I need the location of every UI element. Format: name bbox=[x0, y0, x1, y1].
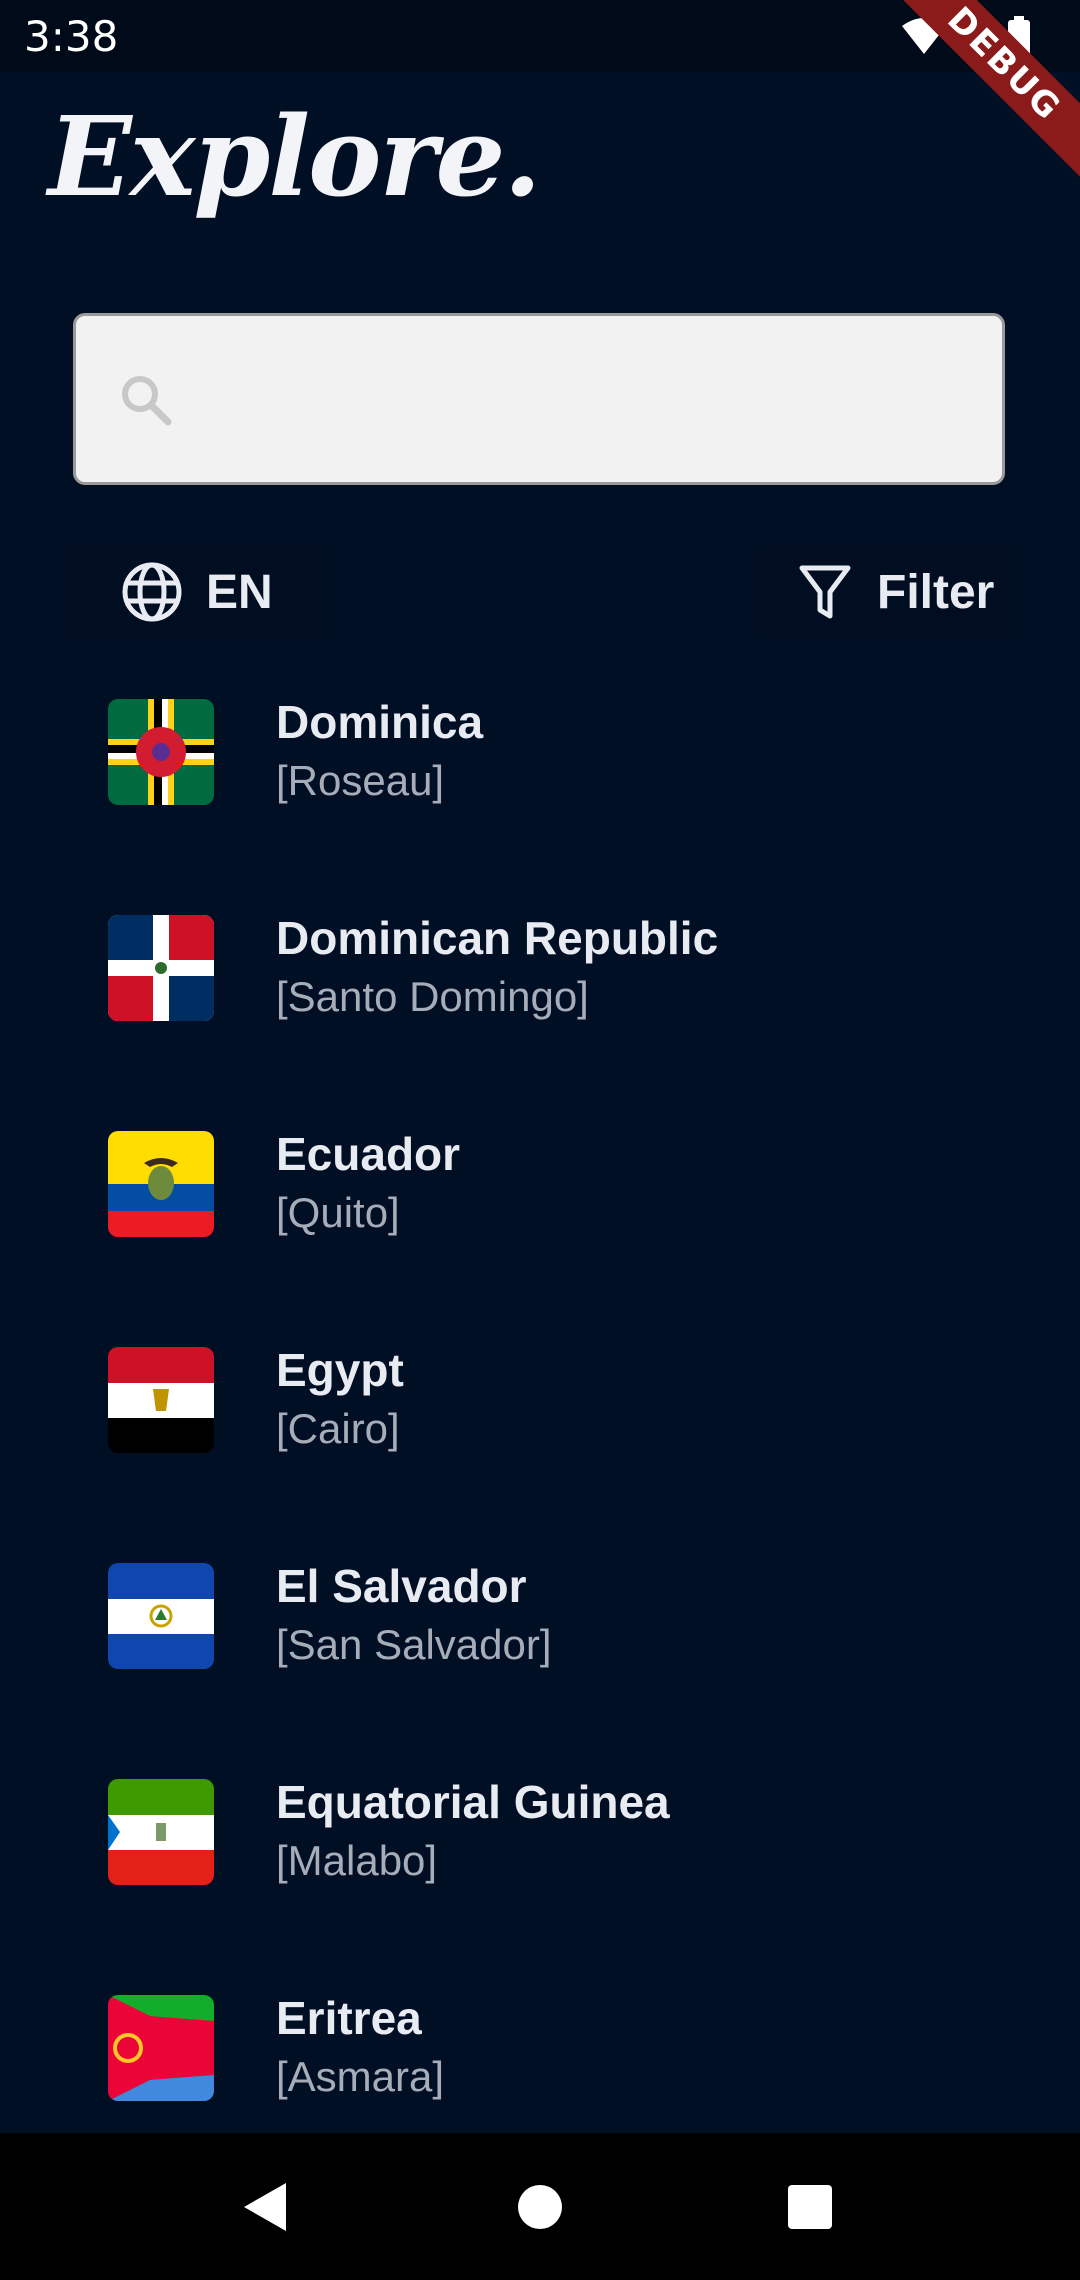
country-capital: [Santo Domingo] bbox=[276, 973, 589, 1020]
list-item-country[interactable]: Dominica [Roseau] bbox=[0, 675, 1080, 891]
flag-ecuador-icon bbox=[108, 1131, 214, 1237]
list-item-country[interactable]: Eritrea [Asmara] bbox=[0, 1971, 1080, 2133]
flag-egypt-icon bbox=[108, 1347, 214, 1453]
country-capital: [Roseau] bbox=[276, 757, 445, 804]
list-item-country[interactable]: Egypt [Cairo] bbox=[0, 1323, 1080, 1539]
country-capital: [Asmara] bbox=[276, 2053, 445, 2100]
flag-eritrea-icon bbox=[108, 1995, 214, 2101]
search-box[interactable] bbox=[73, 313, 1005, 485]
country-name: Equatorial Guinea bbox=[276, 1776, 670, 1828]
list-item-country[interactable]: Equatorial Guinea [Malabo] bbox=[0, 1755, 1080, 1971]
filter-icon bbox=[799, 565, 851, 619]
country-name: Egypt bbox=[276, 1344, 404, 1396]
app-logo: Explore. bbox=[48, 92, 542, 221]
flag-equatorial-guinea-icon bbox=[108, 1779, 214, 1885]
filter-button[interactable]: Filter bbox=[755, 542, 1017, 642]
country-capital: [Quito] bbox=[276, 1189, 400, 1236]
globe-icon bbox=[122, 562, 182, 622]
country-name: Dominican Republic bbox=[276, 912, 719, 964]
list-item-country[interactable]: Dominican Republic [Santo Domingo] bbox=[0, 891, 1080, 1107]
status-time: 3:38 bbox=[24, 12, 119, 61]
flag-dominican-republic-icon bbox=[108, 915, 214, 1021]
country-name: Dominica bbox=[276, 696, 484, 748]
country-capital: [Cairo] bbox=[276, 1405, 400, 1452]
country-name: Eritrea bbox=[276, 1992, 422, 2044]
navigation-bar bbox=[0, 2133, 1080, 2280]
flag-el-salvador-icon bbox=[108, 1563, 214, 1669]
search-input[interactable] bbox=[186, 356, 970, 448]
country-name: Ecuador bbox=[276, 1128, 461, 1180]
country-capital: [San Salvador] bbox=[276, 1621, 552, 1668]
country-name: El Salvador bbox=[276, 1560, 527, 1612]
recents-icon[interactable] bbox=[786, 2179, 834, 2235]
language-label: EN bbox=[206, 565, 273, 619]
country-capital: [Malabo] bbox=[276, 1837, 438, 1884]
back-icon[interactable] bbox=[240, 2179, 290, 2235]
language-button[interactable]: EN bbox=[64, 542, 326, 642]
home-icon[interactable] bbox=[516, 2179, 564, 2235]
flag-dominica-icon bbox=[108, 699, 214, 805]
list-item-country[interactable]: El Salvador [San Salvador] bbox=[0, 1539, 1080, 1755]
country-list[interactable]: Dominica [Roseau] Dominican Republic [Sa… bbox=[0, 665, 1080, 2133]
list-item-country[interactable]: Ecuador [Quito] bbox=[0, 1107, 1080, 1323]
search-icon bbox=[122, 376, 172, 426]
filter-label: Filter bbox=[877, 565, 995, 619]
